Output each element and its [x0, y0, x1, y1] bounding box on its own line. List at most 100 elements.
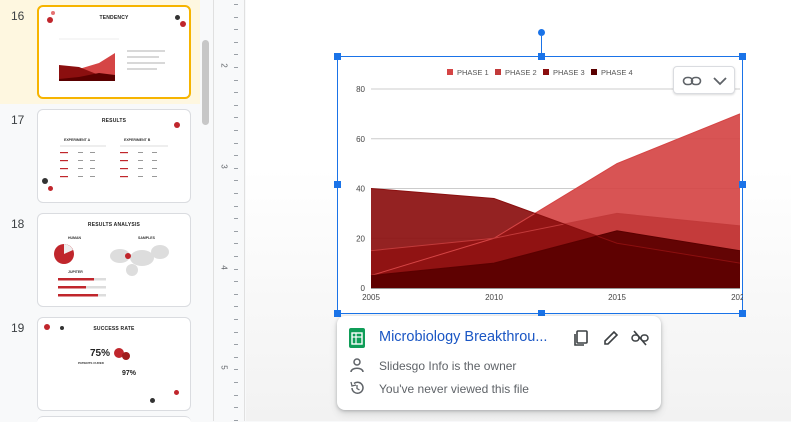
thumb-table-graphic — [60, 145, 168, 178]
ruler-tick — [234, 243, 238, 244]
y-tick-label: 60 — [356, 135, 365, 144]
molecule-decoration — [180, 21, 186, 27]
x-tick-label: 2015 — [608, 293, 626, 302]
person-icon — [350, 358, 364, 373]
ruler-tick — [234, 92, 238, 93]
legend-label: PHASE 4 — [601, 68, 633, 77]
ruler-tick — [234, 193, 238, 194]
ruler-tick — [234, 407, 238, 408]
ruler-tick — [234, 67, 238, 68]
thumb-chart-graphic — [59, 38, 165, 81]
x-tick-label: 2010 — [485, 293, 503, 302]
slide-number: 17 — [11, 113, 25, 127]
y-tick-label: 20 — [356, 234, 365, 243]
linked-chart-options[interactable] — [673, 66, 735, 94]
resize-handle-sw[interactable] — [334, 310, 341, 317]
viewed-text: You've never viewed this file — [379, 382, 529, 396]
molecule-decoration — [48, 186, 53, 191]
ruler-tick — [234, 17, 238, 18]
slide-thumbnail-16[interactable]: TENDENCY — [37, 5, 191, 99]
resize-handle-nw[interactable] — [334, 53, 341, 60]
ruler-number: 4 — [219, 265, 229, 270]
slide-thumbnail-17[interactable]: RESULTS EXPERIMENT A EXPERIMENT B — [37, 109, 191, 203]
resize-handle-e[interactable] — [739, 181, 746, 188]
ruler-tick — [234, 369, 238, 370]
molecule-decoration — [51, 11, 55, 15]
thumb-analysis-graphic — [54, 244, 169, 297]
slide-thumbnail-19[interactable]: SUCCESS RATE 75% PATIENTS CURED 97% — [37, 317, 191, 411]
molecule-decoration — [150, 398, 155, 403]
ruler-tick — [234, 382, 238, 383]
ruler-tick — [234, 306, 238, 307]
ruler-number: 5 — [219, 365, 229, 370]
slide-filmstrip: 16 TENDENCY 17 RESULTS EXPERIMENT A EXPE… — [0, 0, 213, 422]
x-tick-label: 2005 — [362, 293, 380, 302]
ruler-tick — [234, 130, 238, 131]
ruler-tick — [234, 168, 238, 169]
link-icon[interactable] — [682, 73, 702, 89]
molecule-decoration — [44, 324, 50, 330]
ruler-tick — [234, 218, 238, 219]
history-icon — [350, 381, 364, 394]
resize-handle-w[interactable] — [334, 181, 341, 188]
molecule-decoration — [122, 352, 130, 360]
vertical-ruler: 2 3 4 5 — [213, 0, 245, 421]
slide-number: 16 — [11, 9, 25, 23]
ruler-tick — [234, 155, 238, 156]
legend-label: PHASE 2 — [505, 68, 537, 77]
ruler-tick — [234, 269, 238, 270]
ruler-tick — [234, 332, 238, 333]
molecule-decoration — [175, 15, 180, 20]
ruler-tick — [234, 319, 238, 320]
ruler-number: 3 — [219, 164, 229, 169]
thumb-label: PATIENTS CURED — [78, 361, 104, 365]
slide-thumbnail-20-partial[interactable] — [37, 416, 191, 422]
legend-label: PHASE 1 — [457, 68, 489, 77]
molecule-decoration — [42, 178, 48, 184]
owner-text: Slidesgo Info is the owner — [379, 359, 517, 373]
slide-row-18[interactable]: 18 RESULTS ANALYSIS HUMAN SAMPLES JUPITE… — [0, 208, 200, 312]
slide-number: 18 — [11, 217, 25, 231]
slide-row-19[interactable]: 19 SUCCESS RATE 75% PATIENTS CURED 97% — [0, 312, 200, 416]
y-tick-label: 80 — [356, 85, 365, 94]
resize-handle-n[interactable] — [538, 53, 545, 60]
ruler-tick — [234, 29, 238, 30]
ruler-tick — [234, 395, 238, 396]
ruler-number: 2 — [219, 63, 229, 68]
resize-handle-ne[interactable] — [739, 53, 746, 60]
ruler-tick — [234, 231, 238, 232]
slide-row-16[interactable]: 16 TENDENCY — [0, 0, 200, 104]
ruler-tick — [234, 105, 238, 106]
ruler-tick — [234, 42, 238, 43]
legend-swatch — [543, 69, 549, 75]
slide-number: 19 — [11, 321, 25, 335]
legend-swatch — [495, 69, 501, 75]
y-tick-label: 0 — [361, 284, 366, 293]
x-tick-label: 2020 — [731, 293, 743, 302]
file-title-link[interactable]: Microbiology Breakthrou... — [379, 329, 547, 345]
ruler-tick — [234, 143, 238, 144]
ruler-tick — [234, 357, 238, 358]
rotate-handle[interactable] — [538, 29, 545, 36]
ruler-tick — [234, 294, 238, 295]
filmstrip-scrollbar[interactable] — [202, 40, 209, 125]
slide-row-17[interactable]: 17 RESULTS EXPERIMENT A EXPERIMENT B — [0, 104, 200, 208]
ruler-tick — [234, 80, 238, 81]
sheets-icon — [349, 328, 365, 348]
linked-file-card: Microbiology Breakthrou... Slidesgo Info… — [337, 316, 661, 410]
ruler-tick — [234, 54, 238, 55]
resize-handle-se[interactable] — [739, 310, 746, 317]
molecule-decoration — [174, 390, 179, 395]
ruler-tick — [234, 206, 238, 207]
ruler-tick — [234, 256, 238, 257]
molecule-decoration — [60, 326, 64, 330]
molecule-decoration — [47, 17, 53, 23]
edit-icon[interactable] — [601, 328, 621, 348]
ruler-tick — [234, 180, 238, 181]
copy-icon[interactable] — [571, 328, 591, 348]
slide-thumbnail-18[interactable]: RESULTS ANALYSIS HUMAN SAMPLES JUPITER — [37, 213, 191, 307]
thumb-stat: 97% — [122, 370, 137, 377]
unlink-icon[interactable] — [630, 328, 650, 348]
chevron-down-icon[interactable] — [712, 73, 728, 89]
area-chart[interactable]: 0 20 40 60 80 2005 2010 2015 2020 PHASE 1 PHASE 2 P… — [337, 56, 743, 314]
